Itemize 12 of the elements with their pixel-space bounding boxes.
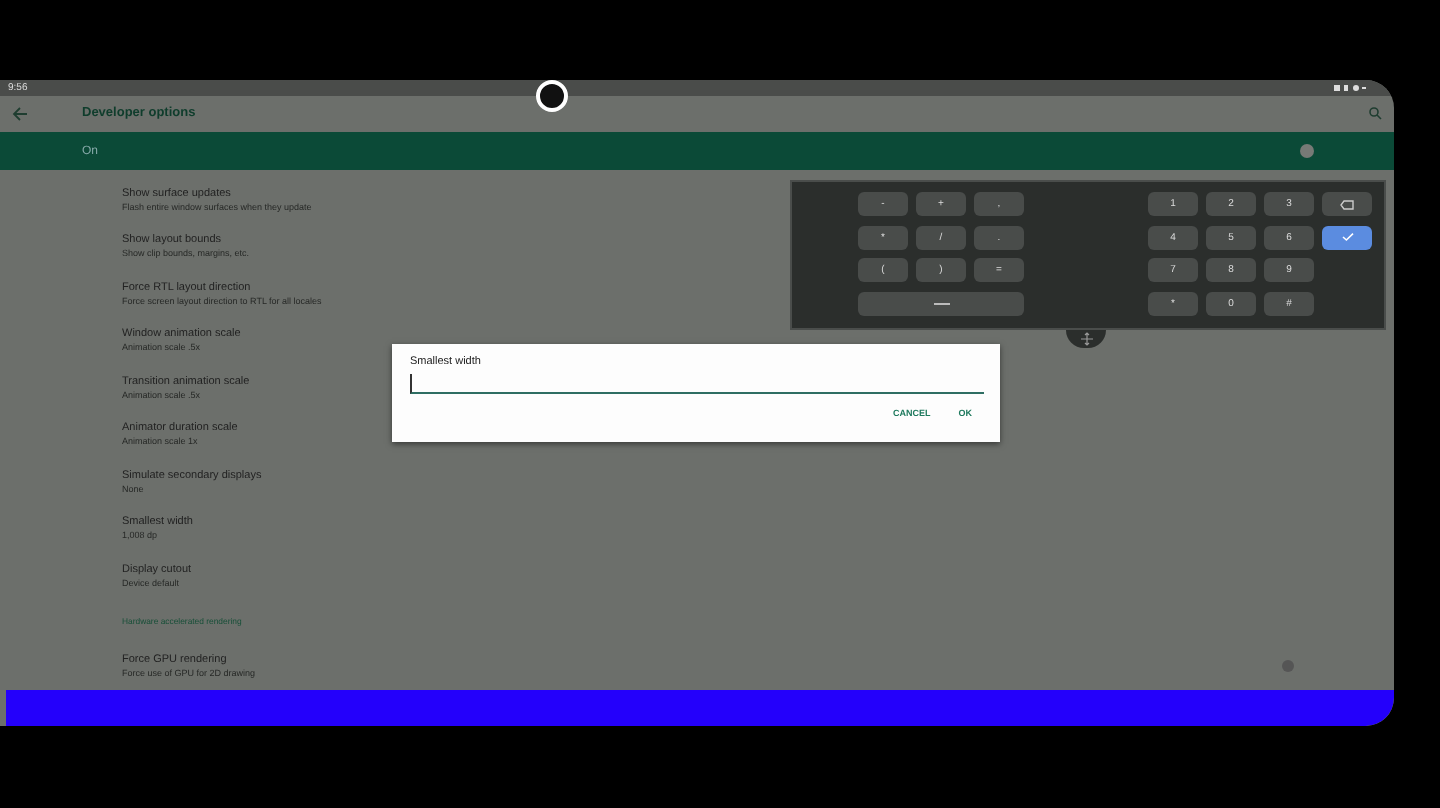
backspace-key[interactable] — [1322, 192, 1372, 216]
keypad-handle[interactable] — [1066, 330, 1106, 348]
backspace-icon — [1340, 199, 1354, 209]
input-field[interactable] — [410, 374, 984, 394]
status-icons — [1334, 83, 1366, 92]
space-key[interactable] — [858, 291, 1024, 315]
camera-hole — [536, 80, 568, 112]
search-icon[interactable] — [1368, 106, 1382, 121]
move-icon — [1079, 332, 1093, 346]
back-arrow-icon[interactable] — [12, 105, 28, 122]
enter-key[interactable] — [1322, 225, 1372, 249]
check-icon — [1341, 232, 1353, 242]
